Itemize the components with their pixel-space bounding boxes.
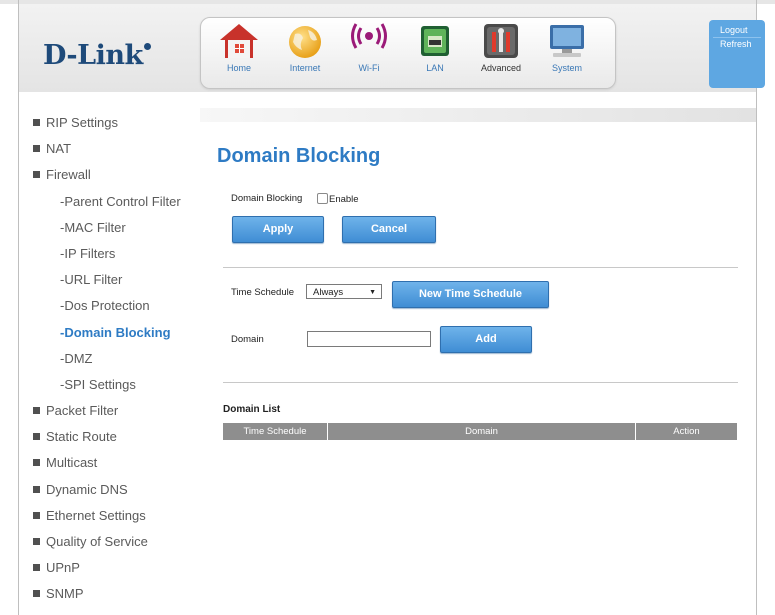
column-domain: Domain bbox=[465, 426, 498, 437]
sidebar-item-dynamic-dns[interactable]: Dynamic DNS bbox=[33, 477, 198, 503]
bullet-icon bbox=[33, 119, 40, 126]
time-schedule-select[interactable]: Always ▼ bbox=[306, 284, 382, 299]
tools-icon bbox=[479, 22, 523, 60]
bullet-icon bbox=[33, 538, 40, 545]
account-divider bbox=[713, 37, 761, 38]
nav-wifi[interactable]: Wi-Fi bbox=[339, 22, 399, 73]
sidebar-item-parent-control-filter[interactable]: -Parent Control Filter bbox=[33, 189, 198, 215]
bullet-icon bbox=[33, 171, 40, 179]
globe-icon bbox=[283, 22, 327, 60]
nav-advanced[interactable]: Advanced bbox=[471, 22, 531, 73]
nav-system[interactable]: System bbox=[537, 22, 597, 73]
domain-list-title: Domain List bbox=[223, 404, 281, 415]
nav-internet[interactable]: Internet bbox=[275, 22, 335, 73]
bullet-icon bbox=[33, 407, 40, 415]
nav-internet-label: Internet bbox=[289, 63, 321, 73]
column-time-schedule: Time Schedule bbox=[243, 426, 307, 437]
sidebar-item-upnp[interactable]: UPnP bbox=[33, 555, 198, 581]
sidebar-item-packet-filter[interactable]: Packet Filter bbox=[33, 398, 198, 424]
sidebar-item-domain-blocking[interactable]: -Domain Blocking bbox=[33, 320, 198, 346]
window-left-border bbox=[18, 0, 19, 615]
section-divider-2 bbox=[223, 382, 738, 383]
logout-link[interactable]: Logout bbox=[709, 25, 765, 35]
sidebar-item-spi-settings[interactable]: -SPI Settings bbox=[33, 372, 198, 398]
sidebar-item-firewall[interactable]: Firewall bbox=[33, 162, 198, 188]
sidebar-item-dos-protection[interactable]: -Dos Protection bbox=[33, 293, 198, 319]
sidebar: RIP Settings NAT Firewall -Parent Contro… bbox=[33, 110, 198, 608]
domain-input[interactable] bbox=[307, 331, 431, 347]
new-time-schedule-button[interactable]: New Time Schedule bbox=[392, 281, 549, 308]
domain-list-header: Time Schedule Domain Action bbox=[223, 423, 737, 440]
dlink-logo: D-Link bbox=[43, 40, 151, 71]
nav-lan-label: LAN bbox=[426, 63, 444, 73]
bullet-icon bbox=[33, 433, 40, 441]
add-button[interactable]: Add bbox=[440, 326, 532, 353]
sidebar-item-nat[interactable]: NAT bbox=[33, 136, 198, 162]
dropdown-arrow-icon: ▼ bbox=[369, 289, 376, 296]
cancel-button[interactable]: Cancel bbox=[342, 216, 436, 243]
bullet-icon bbox=[33, 564, 40, 572]
sidebar-item-static-route[interactable]: Static Route bbox=[33, 424, 198, 450]
bullet-icon bbox=[33, 590, 40, 598]
nav-lan[interactable]: LAN bbox=[405, 22, 465, 73]
nav-system-label: System bbox=[551, 63, 582, 73]
logo-dot-icon bbox=[143, 43, 151, 50]
enable-label: Enable bbox=[329, 194, 359, 205]
home-icon bbox=[217, 22, 261, 60]
lan-port-icon bbox=[413, 22, 457, 60]
page-title: Domain Blocking bbox=[217, 145, 381, 167]
bullet-icon bbox=[33, 145, 40, 153]
enable-checkbox[interactable] bbox=[317, 193, 328, 204]
sidebar-item-multicast[interactable]: Multicast bbox=[33, 450, 198, 476]
nav-wifi-label: Wi-Fi bbox=[358, 63, 380, 73]
apply-button[interactable]: Apply bbox=[232, 216, 324, 243]
sidebar-item-quality-of-service[interactable]: Quality of Service bbox=[33, 529, 198, 555]
sidebar-item-ethernet-settings[interactable]: Ethernet Settings bbox=[33, 503, 198, 529]
top-nav: Home Internet Wi-Fi LAN Advanced System bbox=[200, 17, 616, 89]
content-header-shade bbox=[200, 108, 756, 122]
sidebar-item-snmp[interactable]: SNMP bbox=[33, 581, 198, 607]
domain-label: Domain bbox=[231, 334, 264, 345]
section-divider-1 bbox=[223, 267, 738, 268]
bullet-icon bbox=[33, 511, 40, 519]
column-action: Action bbox=[673, 426, 700, 437]
sidebar-item-ip-filters[interactable]: -IP Filters bbox=[33, 241, 198, 267]
bullet-icon bbox=[33, 459, 40, 467]
monitor-icon bbox=[545, 22, 589, 60]
bullet-icon bbox=[33, 485, 40, 493]
nav-advanced-label: Advanced bbox=[480, 63, 522, 73]
wifi-icon bbox=[347, 22, 391, 60]
sidebar-item-dmz[interactable]: -DMZ bbox=[33, 346, 198, 372]
time-schedule-label: Time Schedule bbox=[231, 287, 295, 298]
refresh-link[interactable]: Refresh bbox=[709, 39, 765, 49]
window-right-border bbox=[756, 0, 757, 615]
nav-home[interactable]: Home bbox=[209, 22, 269, 73]
domain-blocking-label: Domain Blocking bbox=[231, 193, 303, 204]
sidebar-item-url-filter[interactable]: -URL Filter bbox=[33, 267, 198, 293]
nav-home-label: Home bbox=[226, 63, 251, 73]
sidebar-item-mac-filter[interactable]: -MAC Filter bbox=[33, 215, 198, 241]
sidebar-item-rip-settings[interactable]: RIP Settings bbox=[33, 110, 198, 136]
account-panel: Logout Refresh bbox=[709, 20, 765, 88]
